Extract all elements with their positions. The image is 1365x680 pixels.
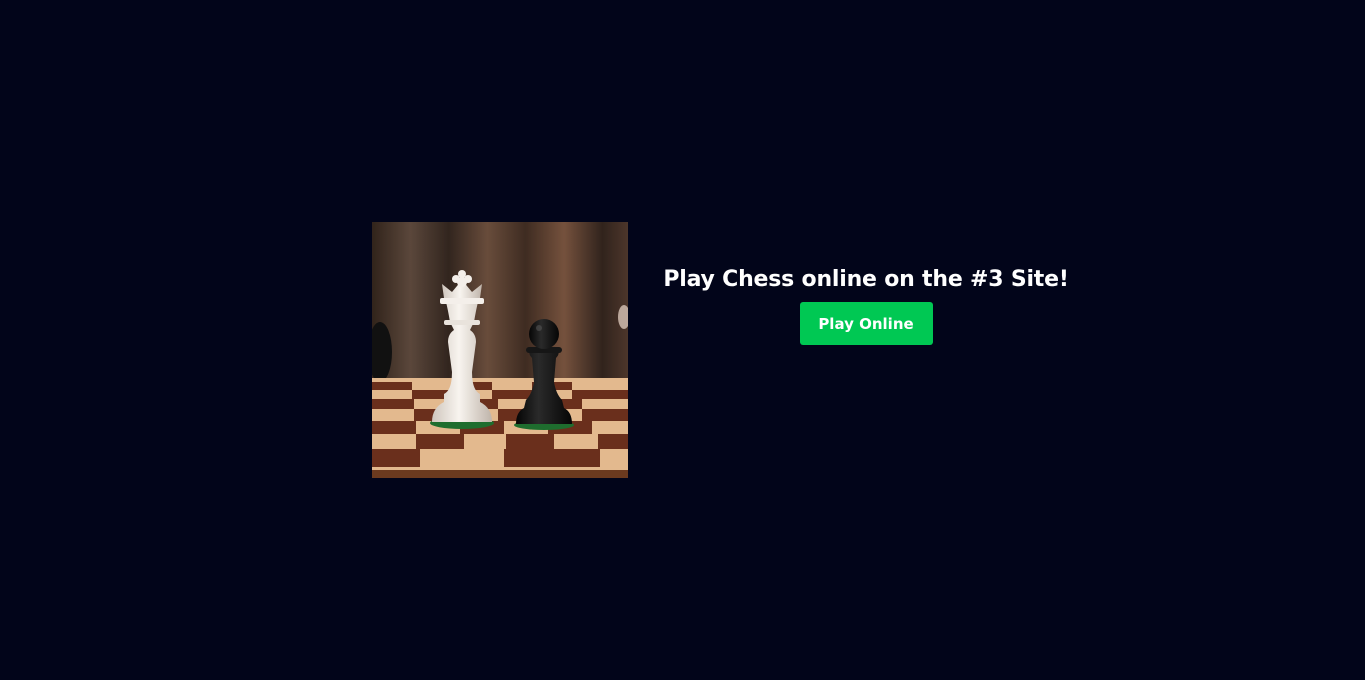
landing-page: Play Chess online on the #3 Site! Play O… <box>0 0 1365 680</box>
cta-section: Play Chess online on the #3 Site! Play O… <box>628 262 1104 345</box>
chess-hero-image <box>372 222 628 478</box>
headline: Play Chess online on the #3 Site! <box>663 267 1069 292</box>
play-online-button[interactable]: Play Online <box>799 302 933 345</box>
